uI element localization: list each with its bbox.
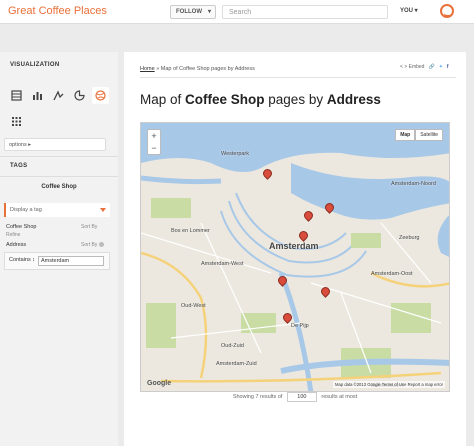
divider <box>0 176 118 177</box>
breadcrumb-home-link[interactable]: Home <box>140 66 155 72</box>
top-bar: Great Coffee Places FOLLOW ▾ Search YOU ▾ <box>0 0 474 24</box>
map-label: Westerpark <box>221 151 250 157</box>
grid-icon[interactable] <box>8 113 25 130</box>
map-label: Amsterdam-Noord <box>391 181 436 187</box>
map-canvas <box>141 123 449 391</box>
divider <box>140 77 456 78</box>
search-input[interactable]: Search <box>222 5 388 19</box>
visualization-heading: VISUALIZATION <box>10 62 60 68</box>
map-label: Amsterdam-West <box>201 261 244 267</box>
follow-button[interactable]: FOLLOW ▾ <box>170 5 216 19</box>
chevron-down-icon: ▾ <box>207 9 211 15</box>
sort-by-address[interactable]: Sort By <box>81 242 105 248</box>
map-label: Amsterdam-Zuid <box>216 361 257 367</box>
map-type-toggle: Map Satellite <box>395 129 443 141</box>
refine-link[interactable]: Refine <box>6 232 20 238</box>
share-tools: < > Embed 🔗 ✦ f <box>400 64 449 70</box>
brand-title[interactable]: Great Coffee Places <box>8 5 107 17</box>
sidebar: VISUALIZATION options ▸ TAGS Coffee Shop… <box>0 52 118 446</box>
info-icon[interactable] <box>99 242 105 248</box>
results-text: Showing 7 results of <box>232 394 283 400</box>
zoom-controls: + − <box>147 129 161 155</box>
breadcrumb: Home » Map of Coffee Shop pages by Addre… <box>140 66 255 72</box>
tag-title: Coffee Shop <box>41 184 77 190</box>
map-label: Bos en Lommer <box>171 228 210 234</box>
line-chart-icon[interactable] <box>50 87 67 104</box>
page-title: Map of Coffee Shop pages by Address <box>140 92 381 107</box>
embed-button[interactable]: < > Embed <box>400 64 424 70</box>
link-icon[interactable]: 🔗 <box>428 64 434 70</box>
facebook-icon[interactable]: f <box>447 64 449 70</box>
you-menu[interactable]: YOU ▾ <box>400 7 418 14</box>
zoom-out-button[interactable]: − <box>148 142 160 154</box>
visualization-types <box>8 87 109 104</box>
zoom-in-button[interactable]: + <box>148 130 160 142</box>
results-count-select[interactable]: 100 <box>286 392 317 402</box>
twitter-icon[interactable]: ✦ <box>439 64 443 70</box>
map-label: Amsterdam-Oost <box>371 271 413 277</box>
results-summary: Showing 7 results of 100 results at most <box>124 392 466 402</box>
breadcrumb-current: Map of Coffee Shop pages by Address <box>160 66 255 72</box>
display-tag-select[interactable]: Display a tag <box>4 203 110 217</box>
address-filter: Contains ↕ Amsterdam <box>4 252 110 270</box>
logo-icon[interactable] <box>440 4 454 18</box>
map-type-satellite[interactable]: Satellite <box>415 129 443 141</box>
coffee-shop-tag-label: Coffee Shop <box>6 224 37 230</box>
table-icon[interactable] <box>8 87 25 104</box>
map-label: Amsterdam <box>269 241 319 251</box>
map-label: Oud-West <box>181 303 206 309</box>
tags-heading: TAGS <box>10 163 28 169</box>
contains-select[interactable]: Contains ↕ <box>9 257 35 263</box>
map-label: Zeeburg <box>399 235 420 241</box>
map-label: Oud-Zuid <box>221 343 244 349</box>
divider <box>0 156 118 157</box>
map-view[interactable]: Westerpark Amsterdam-Noord Amsterdam Amster… <box>140 122 450 392</box>
address-tag-label: Address <box>6 242 27 248</box>
map-attribution[interactable]: Map data ©2013 Google Terms of Use Repor… <box>333 381 445 388</box>
caret-down-icon <box>100 208 106 212</box>
map-label: De Pijp <box>291 323 309 329</box>
map-icon[interactable] <box>92 87 109 104</box>
options-toggle[interactable]: options ▸ <box>4 138 106 151</box>
google-logo: Google <box>147 380 172 387</box>
sort-by-coffee-shop[interactable]: Sort By <box>81 224 97 230</box>
results-text-suffix: results at most <box>321 394 358 400</box>
breadcrumb-separator: » <box>156 66 160 72</box>
main-panel: Home » Map of Coffee Shop pages by Addre… <box>124 52 466 446</box>
pie-chart-icon[interactable] <box>71 87 88 104</box>
bar-chart-icon[interactable] <box>29 87 46 104</box>
address-filter-input[interactable]: Amsterdam <box>38 256 104 266</box>
map-type-map[interactable]: Map <box>395 129 416 141</box>
